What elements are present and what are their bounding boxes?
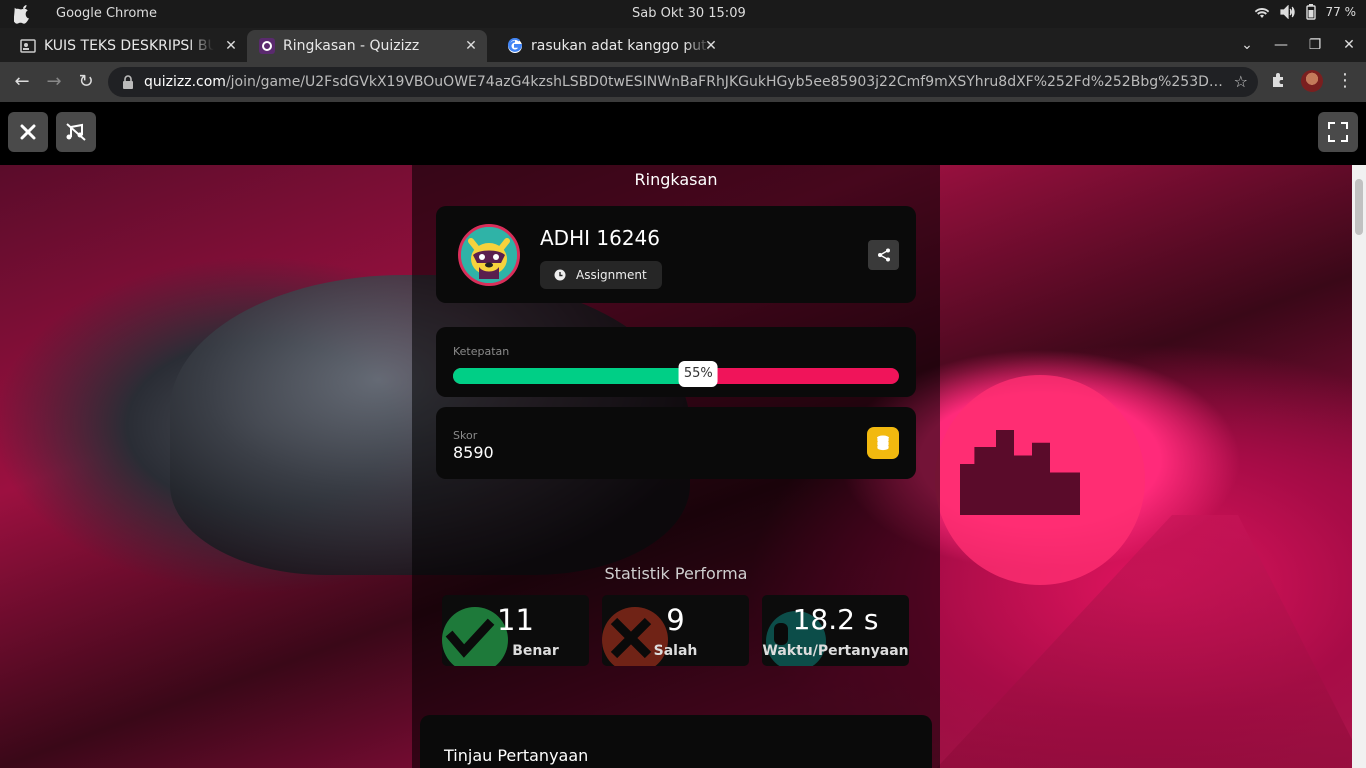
extensions-puzzle-icon[interactable]: [1270, 72, 1288, 90]
accuracy-card: Ketepatan 55%: [436, 327, 916, 397]
tab-title: rasukan adat kanggo putri: [531, 38, 711, 54]
browser-tab-active[interactable]: Ringkasan - Quizizz ✕: [247, 30, 487, 62]
fullscreen-icon: [1328, 122, 1348, 142]
game-mode-badge: Assignment: [540, 261, 662, 289]
wrong-count: 9: [666, 603, 685, 637]
score-card: Skor 8590: [436, 407, 916, 479]
close-icon: [20, 124, 36, 140]
tab-title: Ringkasan - Quizizz: [283, 38, 420, 54]
reload-icon[interactable]: ↻: [74, 70, 98, 94]
player-name: ADHI 16246: [540, 226, 660, 250]
window-controls: ⌄ — ❐ ✕: [1230, 28, 1366, 62]
profile-avatar[interactable]: [1301, 70, 1323, 92]
url-text[interactable]: quizizz.com/join/game/U2FsdGVkX19VBOuOWE…: [144, 74, 1224, 90]
close-tab-icon[interactable]: ✕: [703, 38, 719, 54]
correct-answers-stat: 11 Benar: [442, 595, 589, 666]
mute-music-button[interactable]: [56, 112, 96, 152]
accuracy-percentage: 55%: [678, 361, 718, 387]
browser-tab[interactable]: KUIS TEKS DESKRIPSI BUS ✕: [0, 30, 247, 62]
back-arrow-icon[interactable]: ←: [10, 70, 34, 94]
browser-tab[interactable]: rasukan adat kanggo putri ✕: [487, 30, 727, 62]
forward-arrow-icon[interactable]: →: [42, 70, 66, 94]
lock-icon[interactable]: [122, 75, 134, 89]
time-per-question-value: 18.2 s: [792, 603, 879, 636]
bookmark-star-icon[interactable]: ☆: [1234, 72, 1248, 91]
maximize-window-icon[interactable]: ❐: [1298, 37, 1332, 53]
battery-icon[interactable]: [1305, 4, 1316, 20]
volume-icon[interactable]: [1279, 5, 1296, 19]
close-window-icon[interactable]: ✕: [1332, 37, 1366, 53]
performance-stats-title: Statistik Performa: [604, 564, 748, 583]
browser-toolbar: ← → ↻ quizizz.com/join/game/U2FsdGVkX19V…: [0, 62, 1366, 102]
os-top-bar: Google Chrome Sab Okt 30 15:09 77 %: [0, 0, 1366, 28]
time-per-question-stat: 18.2 s Waktu/Pertanyaan: [762, 595, 909, 666]
google-favicon-icon: [508, 38, 523, 53]
close-tab-icon[interactable]: ✕: [463, 38, 479, 54]
wifi-icon[interactable]: [1254, 5, 1270, 19]
time-per-question-label: Waktu/Pertanyaan: [762, 643, 909, 659]
close-game-button[interactable]: [8, 112, 48, 152]
tab-title: KUIS TEKS DESKRIPSI BUS: [44, 38, 214, 54]
review-questions-title: Tinjau Pertanyaan: [444, 746, 589, 765]
quizizz-page: Ringkasan ADHI 16246 Assignment Ketepata…: [0, 102, 1366, 768]
wrong-label: Salah: [653, 643, 698, 659]
review-questions-card[interactable]: Tinjau Pertanyaan: [420, 715, 932, 768]
coins-button[interactable]: [867, 427, 899, 459]
score-value: 8590: [453, 443, 494, 462]
accuracy-progress-bar: [453, 368, 899, 384]
browser-tab-strip: KUIS TEKS DESKRIPSI BUS ✕ Ringkasan - Qu…: [0, 28, 1366, 86]
raccoon-avatar-icon: [461, 227, 517, 283]
quizizz-favicon-icon: [259, 38, 275, 54]
wrong-answers-stat: 9 Salah: [602, 595, 749, 666]
player-card: ADHI 16246 Assignment: [436, 206, 916, 303]
game-header: [0, 102, 1366, 165]
coin-stack-icon: [876, 435, 890, 451]
page-scrollbar[interactable]: [1352, 165, 1366, 768]
address-bar[interactable]: quizizz.com/join/game/U2FsdGVkX19VBOuOWE…: [108, 67, 1258, 97]
score-label: Skor: [453, 429, 478, 442]
system-clock[interactable]: Sab Okt 30 15:09: [632, 6, 746, 21]
tab-search-chevron-icon[interactable]: ⌄: [1230, 37, 1264, 53]
player-avatar: [458, 224, 520, 286]
accuracy-label: Ketepatan: [453, 345, 510, 358]
minimize-window-icon[interactable]: —: [1264, 37, 1298, 53]
active-app-name[interactable]: Google Chrome: [56, 6, 157, 21]
accuracy-progress-fill: [453, 368, 699, 384]
share-button[interactable]: [868, 240, 899, 270]
summary-title: Ringkasan: [634, 170, 718, 189]
music-off-icon: [66, 123, 86, 141]
correct-count: 11: [497, 603, 534, 637]
scrollbar-thumb[interactable]: [1355, 179, 1363, 235]
browser-menu-dots-icon[interactable]: ⋮: [1336, 70, 1354, 92]
game-mode-label: Assignment: [576, 268, 647, 282]
apple-logo-icon[interactable]: [14, 4, 32, 24]
clock-icon: [554, 269, 566, 281]
fullscreen-button[interactable]: [1318, 112, 1358, 152]
google-forms-favicon-icon: [20, 39, 36, 53]
battery-percentage: 77 %: [1325, 5, 1357, 19]
correct-label: Benar: [512, 643, 559, 659]
share-icon: [877, 248, 890, 262]
close-tab-icon[interactable]: ✕: [223, 38, 239, 54]
